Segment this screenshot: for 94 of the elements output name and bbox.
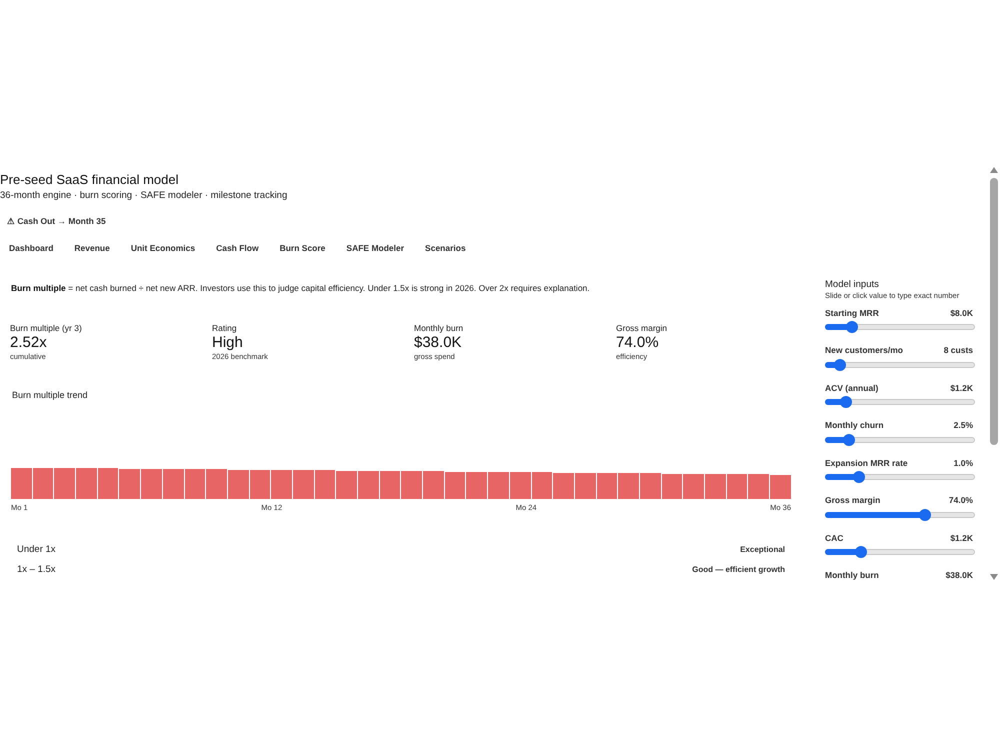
chart-bar <box>250 470 270 498</box>
tab[interactable]: Scenarios <box>414 236 476 260</box>
chart-bar <box>380 470 400 498</box>
chart-bar <box>98 468 118 498</box>
slider-track[interactable] <box>825 508 975 520</box>
burn-multiple-definition: Burn multiple = net cash burned ÷ net new ARR. Investors use this to judge capital efficiency. Under 1.5x is strong in 2026. Over 2x requires explanation. <box>11 282 591 294</box>
chart-bar <box>423 471 444 498</box>
slider-track[interactable] <box>825 358 975 370</box>
chart-bar <box>401 471 422 498</box>
input-value[interactable]: 74.0% <box>948 495 973 506</box>
chart-bar <box>574 472 596 498</box>
chart-bar <box>314 470 336 498</box>
input-value[interactable]: 8 custs <box>944 345 973 356</box>
slider-thumb[interactable] <box>918 508 931 520</box>
chart-bar <box>76 468 97 498</box>
tab[interactable]: Dashboard <box>0 236 64 260</box>
panel-title: Model inputs <box>825 279 879 291</box>
slider-track[interactable] <box>825 434 975 446</box>
chart-bar <box>596 472 618 498</box>
input-label: New customers/mo <box>825 345 903 356</box>
tab[interactable]: Burn Score <box>269 236 336 260</box>
chart-bar <box>336 470 357 498</box>
input-value[interactable]: $1.2K <box>950 382 973 394</box>
chart-bar <box>141 468 162 498</box>
chart-bar <box>553 472 574 498</box>
chart-bar <box>184 469 206 498</box>
tab[interactable]: Cash Flow <box>206 236 270 260</box>
input-label: Expansion MRR rate <box>825 458 908 468</box>
chart-bar <box>206 469 227 498</box>
chart-bar <box>748 474 770 498</box>
slider-thumb[interactable] <box>846 321 858 333</box>
chart-bar <box>683 474 704 498</box>
slider-track[interactable] <box>825 546 975 558</box>
chart-bar <box>271 470 292 498</box>
chart-bar <box>640 473 661 498</box>
input-value[interactable]: $8.0K <box>950 308 973 318</box>
chart-bar <box>488 472 509 498</box>
chart-bar <box>119 468 140 498</box>
chart-bar <box>532 472 552 498</box>
metric-value: 74.0% <box>616 334 659 352</box>
scroll-down-icon[interactable] <box>990 574 998 580</box>
slider-thumb[interactable] <box>842 434 855 446</box>
metric-label: Rating <box>212 322 237 334</box>
chart-bar <box>662 474 682 498</box>
chart-bar <box>228 470 249 498</box>
input-label: Monthly burn <box>825 570 879 581</box>
input-label: CAC <box>825 532 844 544</box>
chart-bar <box>162 468 184 498</box>
chart-bar <box>618 473 639 498</box>
slider-track[interactable] <box>825 396 975 408</box>
chart-bar <box>770 474 791 498</box>
tab[interactable]: Revenue <box>64 236 120 260</box>
slider-track[interactable] <box>825 321 975 333</box>
slider-thumb[interactable] <box>834 358 846 370</box>
scrollbar-thumb[interactable] <box>990 178 998 445</box>
input-value[interactable]: 1.0% <box>954 458 973 468</box>
input-label: Monthly churn <box>825 420 884 431</box>
chart-bar <box>466 472 488 498</box>
scroll-up-icon[interactable] <box>990 167 998 173</box>
band-range: 1x – 1.5x <box>17 564 56 576</box>
chart-bar <box>54 468 76 498</box>
metric-label: Monthly burn <box>414 322 464 334</box>
page-subtitle: 36-month engine · burn scoring · SAFE modeler · milestone tracking <box>0 190 288 202</box>
slider-thumb[interactable] <box>855 546 868 558</box>
metric-value: 2.52x <box>10 334 47 352</box>
metric-label: Gross margin <box>616 322 668 334</box>
chart-bar <box>32 468 54 498</box>
slider-thumb[interactable] <box>840 396 852 408</box>
input-value[interactable]: $38.0K <box>946 570 973 581</box>
page-title: Pre-seed SaaS financial model <box>0 172 178 188</box>
slider-thumb[interactable] <box>852 471 865 483</box>
band-range: Under 1x <box>17 544 56 556</box>
metric-value: High <box>212 334 243 352</box>
band-label: Good — efficient growth <box>692 564 785 576</box>
metric-label: Burn multiple (yr 3) <box>10 322 82 334</box>
cash-out-warning-text: ⚠ Cash Out → Month 35 <box>7 216 106 226</box>
chart-bar <box>726 474 748 498</box>
chart-bar <box>510 472 530 498</box>
metric-value: $38.0K <box>414 334 462 352</box>
tab[interactable]: SAFE Modeler <box>336 236 415 260</box>
chart-bar <box>705 474 726 498</box>
chart-bar <box>358 470 379 498</box>
band-label: Exceptional <box>740 544 785 556</box>
input-value[interactable]: 2.5% <box>954 420 973 431</box>
input-label: ACV (annual) <box>825 382 878 394</box>
input-value[interactable]: $1.2K <box>950 532 973 544</box>
chart-title: Burn multiple trend <box>12 388 88 400</box>
tab[interactable]: Unit Economics <box>120 236 206 260</box>
slider-track[interactable] <box>825 471 975 483</box>
chart-bar <box>292 470 314 498</box>
input-label: Starting MRR <box>825 308 879 318</box>
chart-bar <box>11 468 32 498</box>
chart-bar <box>444 472 466 498</box>
input-label: Gross margin <box>825 495 880 506</box>
